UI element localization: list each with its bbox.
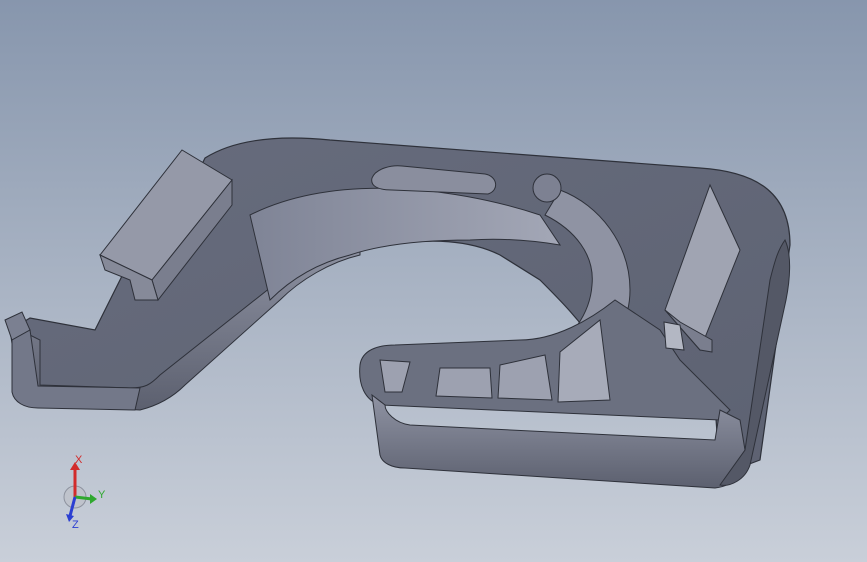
rib-opening-2 xyxy=(435,367,493,399)
bore-boss xyxy=(532,173,562,203)
triad-y-axis xyxy=(74,495,93,501)
triad-z-label: Z xyxy=(72,519,79,531)
graphics-viewport[interactable]: X Y Z xyxy=(0,0,867,562)
triad-x-label: X xyxy=(75,454,83,466)
cad-model-view[interactable] xyxy=(0,0,867,562)
view-triad: X Y Z xyxy=(63,454,106,531)
triad-y-arrow xyxy=(90,494,97,504)
triad-y-label: Y xyxy=(98,489,106,501)
